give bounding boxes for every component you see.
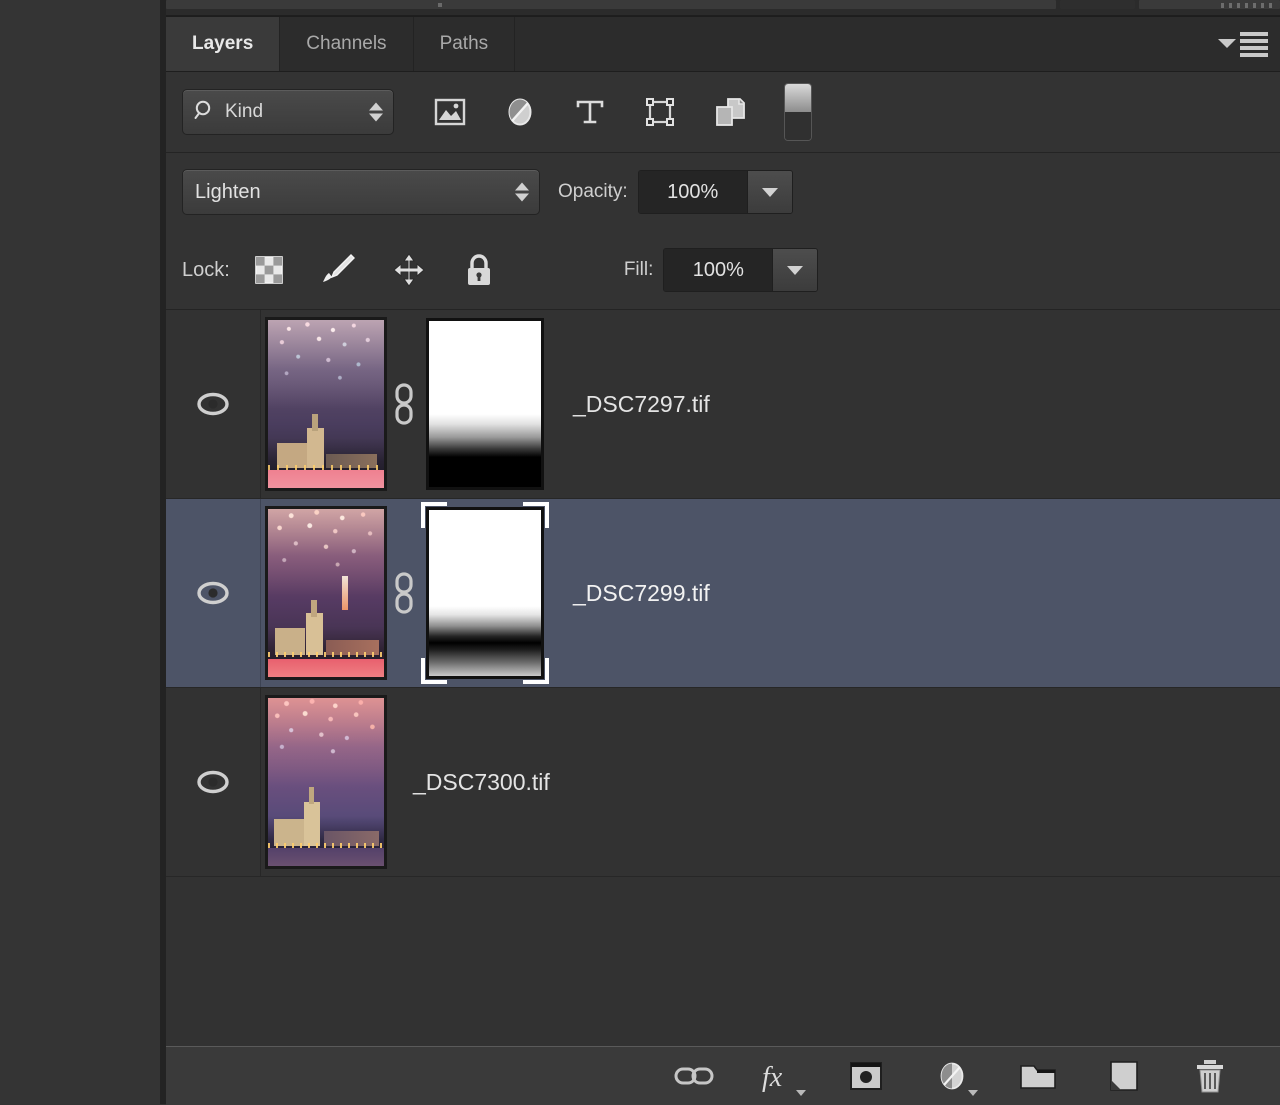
layers-bottom-toolbar: fx — [166, 1046, 1280, 1105]
layer-thumbnail-image — [265, 317, 387, 491]
lock-label: Lock: — [182, 258, 230, 281]
layers-list: _DSC7297.tif _DSC7299.tif _DSC7300.tif — [166, 310, 1280, 1047]
chevron-down-icon — [968, 1090, 978, 1096]
filter-enable-toggle[interactable] — [784, 83, 812, 141]
layer-name[interactable]: _DSC7299.tif — [573, 580, 710, 607]
tab-paths-label: Paths — [439, 33, 489, 54]
delete-layer-button[interactable] — [1188, 1054, 1232, 1098]
layer-visibility-toggle[interactable] — [166, 499, 261, 687]
link-layers-button[interactable] — [672, 1054, 716, 1098]
table-row[interactable]: _DSC7300.tif — [166, 688, 1280, 877]
menu-lines-icon — [1240, 31, 1268, 57]
layer-thumbnail[interactable] — [265, 506, 387, 680]
table-row[interactable]: _DSC7297.tif — [166, 310, 1280, 499]
new-adjustment-layer-button[interactable] — [930, 1054, 978, 1098]
svg-text:fx: fx — [762, 1062, 783, 1093]
blend-opacity-row: Lighten Opacity: 100% — [166, 153, 1280, 231]
chrome-dot-mark — [438, 3, 442, 7]
lock-image-pixels-icon[interactable] — [318, 249, 360, 291]
opacity-slider-dropdown-icon[interactable] — [746, 171, 792, 213]
fill-value[interactable]: 100% — [664, 249, 773, 291]
add-layer-mask-button[interactable] — [844, 1054, 888, 1098]
tab-paths[interactable]: Paths — [413, 17, 516, 71]
tab-bar-filler — [515, 17, 1280, 71]
chevron-down-icon — [796, 1090, 806, 1096]
opacity-field[interactable]: 100% — [637, 170, 793, 214]
chevron-down-icon — [1218, 38, 1236, 48]
fill-field[interactable]: 100% — [663, 248, 819, 292]
filter-kind-select[interactable]: Kind — [182, 89, 394, 135]
filter-bar: Kind — [166, 72, 1280, 153]
layer-mask-image — [426, 507, 544, 679]
eye-icon — [197, 770, 229, 794]
lock-buttons — [248, 249, 500, 291]
lock-transparent-pixels-icon[interactable] — [248, 249, 290, 291]
filter-smart-object-layers-icon[interactable] — [710, 92, 750, 132]
filter-pixel-layers-icon[interactable] — [430, 92, 470, 132]
layer-mask-thumbnail[interactable] — [421, 313, 549, 495]
tab-layers[interactable]: Layers — [166, 17, 281, 71]
layer-mask-thumbnail[interactable] — [421, 502, 549, 684]
layers-list-empty-area[interactable] — [166, 877, 1280, 1047]
new-layer-button[interactable] — [1102, 1054, 1146, 1098]
canvas-backdrop — [0, 0, 165, 1104]
layers-panel: Layers Channels Paths Kind Lighten Opaci… — [166, 16, 1280, 1105]
layer-mask-link-icon[interactable] — [387, 499, 421, 687]
tab-channels[interactable]: Channels — [280, 17, 414, 71]
layer-visibility-toggle[interactable] — [166, 688, 261, 876]
layer-thumbnail[interactable] — [265, 317, 387, 491]
lock-all-icon[interactable] — [458, 249, 500, 291]
layer-mask-image — [426, 318, 544, 490]
blend-mode-stepper-icon[interactable] — [515, 182, 529, 202]
fill-label: Fill: — [623, 259, 654, 280]
panel-menu-icon[interactable] — [1218, 30, 1268, 58]
panel-tab-bar: Layers Channels Paths — [166, 17, 1280, 72]
chrome-segment-mid — [1060, 0, 1135, 9]
new-group-button[interactable] — [1016, 1054, 1060, 1098]
chrome-grip-dots — [1221, 3, 1276, 8]
chrome-segment-left — [166, 0, 1056, 9]
blend-mode-select[interactable]: Lighten — [182, 169, 540, 215]
eye-icon — [197, 581, 229, 605]
lock-position-icon[interactable] — [388, 249, 430, 291]
lock-fill-row: Lock: Fill: 100% — [166, 231, 1280, 310]
filter-adjustment-layers-icon[interactable] — [500, 92, 540, 132]
filter-kind-label: Kind — [225, 101, 264, 122]
fill-slider-dropdown-icon[interactable] — [772, 249, 818, 291]
add-layer-style-button[interactable]: fx — [758, 1054, 806, 1098]
toggle-on-half — [785, 84, 811, 112]
top-chrome-strip — [166, 0, 1280, 16]
opacity-value[interactable]: 100% — [638, 171, 747, 213]
blend-mode-value: Lighten — [195, 180, 261, 203]
layer-thumbnail-image — [265, 506, 387, 680]
opacity-label: Opacity: — [558, 181, 628, 202]
filter-type-layers-icon[interactable] — [570, 92, 610, 132]
search-icon — [193, 98, 217, 127]
layer-name[interactable]: _DSC7300.tif — [413, 769, 550, 796]
toggle-off-half — [785, 112, 811, 140]
layer-name[interactable]: _DSC7297.tif — [573, 391, 710, 418]
layer-mask-link-icon[interactable] — [387, 310, 421, 498]
tab-layers-label: Layers — [192, 33, 254, 54]
table-row[interactable]: _DSC7299.tif — [166, 499, 1280, 688]
layer-thumbnail[interactable] — [265, 695, 387, 869]
layer-thumbnail-image — [265, 695, 387, 869]
stepper-arrows-icon[interactable] — [369, 102, 383, 122]
filter-shape-layers-icon[interactable] — [640, 92, 680, 132]
photoshop-layers-panel-screen: Layers Channels Paths Kind Lighten Opaci… — [0, 0, 1280, 1105]
eye-icon — [197, 392, 229, 416]
layer-visibility-toggle[interactable] — [166, 310, 261, 498]
filter-type-icons — [430, 92, 750, 132]
tab-channels-label: Channels — [306, 33, 387, 54]
